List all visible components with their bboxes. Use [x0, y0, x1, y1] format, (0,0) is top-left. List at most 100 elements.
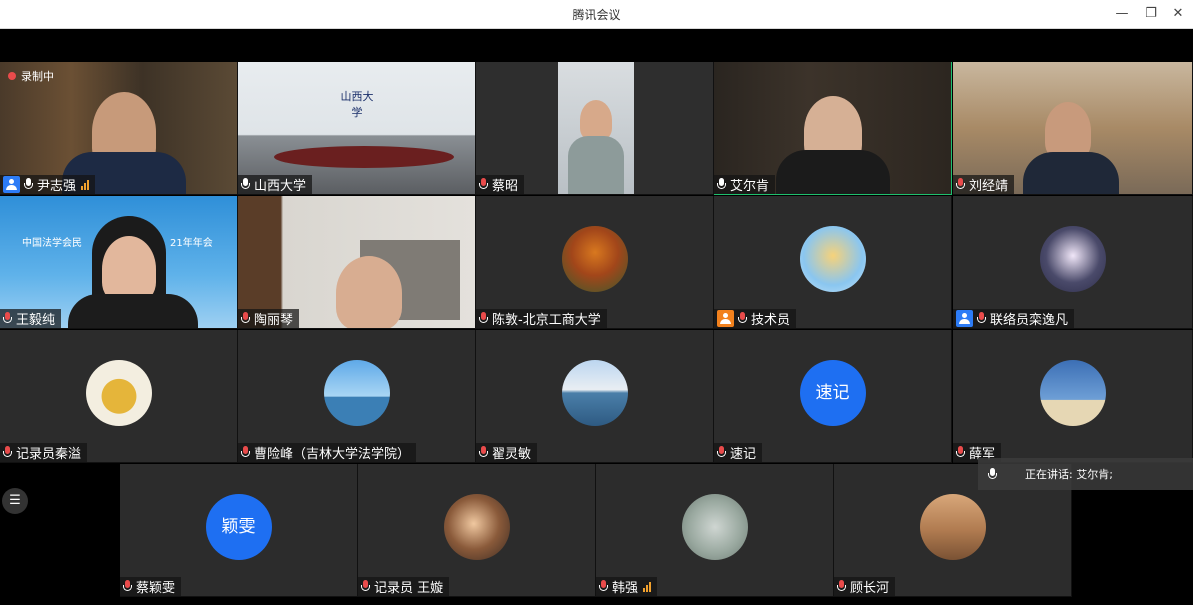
avatar-image [919, 494, 986, 561]
cohost-badge-icon [717, 310, 734, 327]
participant-name: 技术员 [751, 313, 791, 328]
mic-muted-icon [479, 446, 489, 459]
participant-namebar: 蔡颖雯 [120, 577, 182, 596]
avatar-image [681, 494, 748, 561]
participant-name: 记录员 王嫙 [374, 581, 444, 596]
participant-list-button[interactable]: ☰ [2, 488, 28, 514]
minimize-button[interactable]: — [1112, 4, 1132, 24]
host-badge-icon [3, 176, 20, 193]
avatar-image [323, 360, 390, 427]
participant-name: 刘经靖 [969, 179, 1009, 194]
participant-name: 翟灵敏 [492, 447, 532, 462]
mic-muted-icon [738, 312, 748, 325]
participant-name: 曹险峰（吉林大学法学院） [254, 447, 411, 462]
participant-tile-p15[interactable]: 薛军 [953, 330, 1193, 463]
mic-icon [988, 467, 998, 481]
avatar-image [85, 360, 152, 427]
participant-name: 韩强 [612, 581, 639, 596]
mic-muted-icon [361, 580, 371, 593]
participant-tile-p6[interactable]: 中国法学会民 21年年会 王毅纯 [0, 196, 238, 329]
participant-name: 王毅纯 [16, 313, 56, 328]
avatar-image [443, 494, 510, 561]
title-bar: 腾讯会议 — ❐ ✕ [0, 0, 1193, 29]
mic-muted-icon [241, 312, 251, 325]
banner-text-right: 21年年会 [170, 238, 213, 249]
participant-tile-p7[interactable]: 陶丽琴 [238, 196, 476, 329]
person-body [776, 150, 890, 194]
avatar-text: 速记 [799, 360, 866, 427]
participant-name: 蔡颖雯 [136, 581, 176, 596]
participant-name: 山西大学 [254, 179, 307, 194]
mic-muted-icon [956, 446, 966, 459]
participant-name: 联络员栾逸凡 [990, 313, 1069, 328]
mic-icon [717, 178, 727, 191]
mic-muted-icon [599, 580, 609, 593]
participant-tile-p10[interactable]: 联络员栾逸凡 [953, 196, 1193, 329]
mic-muted-icon [837, 580, 847, 593]
conference-table [274, 146, 454, 168]
participant-namebar: 顾长河 [834, 577, 896, 596]
participant-tile-p1[interactable]: 录制中 尹志强 [0, 62, 238, 195]
person-body [568, 136, 624, 194]
speaking-indicator: 正在讲话: 艾尔肯; [978, 458, 1193, 490]
restore-button[interactable]: ❐ [1141, 4, 1161, 24]
mic-muted-icon [3, 312, 13, 325]
list-icon: ☰ [9, 493, 21, 508]
participant-namebar: 尹志强 [0, 175, 96, 194]
person-body [68, 294, 198, 328]
participant-tile-p5[interactable]: 刘经靖 [953, 62, 1193, 195]
mic-muted-icon [479, 312, 489, 325]
participant-tile-p9[interactable]: 技术员 [714, 196, 952, 329]
banner-text-left: 中国法学会民 [22, 238, 82, 249]
record-dot-icon [8, 72, 16, 80]
participant-tile-p14[interactable]: 速记 速记 [714, 330, 952, 463]
recording-label: 录制中 [21, 70, 54, 83]
participant-namebar: 刘经靖 [953, 175, 1015, 194]
participant-namebar: 陈敦-北京工商大学 [476, 309, 607, 328]
participant-name: 陈敦-北京工商大学 [492, 313, 601, 328]
participant-tile-p18[interactable]: 韩强 [596, 464, 834, 597]
signal-icon [81, 179, 90, 190]
participant-namebar: 翟灵敏 [476, 443, 538, 462]
participant-namebar: 艾尔肯 [714, 175, 776, 194]
window-title: 腾讯会议 [572, 8, 621, 22]
participant-name: 速记 [730, 447, 757, 462]
participant-namebar: 记录员 王嫙 [358, 577, 450, 596]
mic-muted-icon [241, 446, 251, 459]
participant-tile-p16[interactable]: 颖雯 蔡颖雯 [120, 464, 358, 597]
participant-name: 陶丽琴 [254, 313, 294, 328]
person-body [1023, 152, 1119, 194]
participant-tile-p17[interactable]: 记录员 王嫙 [358, 464, 596, 597]
avatar-image [1039, 360, 1106, 427]
participant-tile-p2[interactable]: 山西大学 山西大学 [238, 62, 476, 195]
participant-tile-p3[interactable]: 蔡昭 [476, 62, 714, 195]
signal-icon [643, 581, 652, 592]
participant-tile-p4[interactable]: 艾尔肯 [714, 62, 952, 195]
participant-name: 蔡昭 [492, 179, 519, 194]
avatar-text: 颖雯 [205, 494, 272, 561]
participant-name: 艾尔肯 [730, 179, 770, 194]
mic-icon [241, 178, 251, 191]
participant-namebar: 山西大学 [238, 175, 313, 194]
speaking-text: 正在讲话: 艾尔肯; [1025, 468, 1113, 481]
participant-name: 顾长河 [850, 581, 890, 596]
participant-tile-p8[interactable]: 陈敦-北京工商大学 [476, 196, 714, 329]
participant-name: 尹志强 [37, 179, 77, 194]
mic-muted-icon [479, 178, 489, 191]
participant-tile-p13[interactable]: 翟灵敏 [476, 330, 714, 463]
participant-namebar: 技术员 [714, 309, 797, 328]
participant-name: 记录员秦溢 [16, 447, 82, 462]
participant-tile-p11[interactable]: 记录员秦溢 [0, 330, 238, 463]
avatar-image [561, 226, 628, 293]
person-face [102, 236, 156, 302]
participant-tile-p12[interactable]: 曹险峰（吉林大学法学院） [238, 330, 476, 463]
mic-muted-icon [977, 312, 987, 325]
avatar-image [1039, 226, 1106, 293]
avatar-image [799, 226, 866, 293]
participant-namebar: 陶丽琴 [238, 309, 300, 328]
mic-muted-icon [3, 446, 13, 459]
recording-indicator: 录制中 [8, 68, 54, 84]
close-button[interactable]: ✕ [1168, 4, 1188, 24]
participant-namebar: 记录员秦溢 [0, 443, 88, 462]
video-grid: 录制中 尹志强 山西大学 山西大学 蔡昭 艾尔肯 刘经靖 中国法学会民 21年年… [0, 29, 1193, 605]
